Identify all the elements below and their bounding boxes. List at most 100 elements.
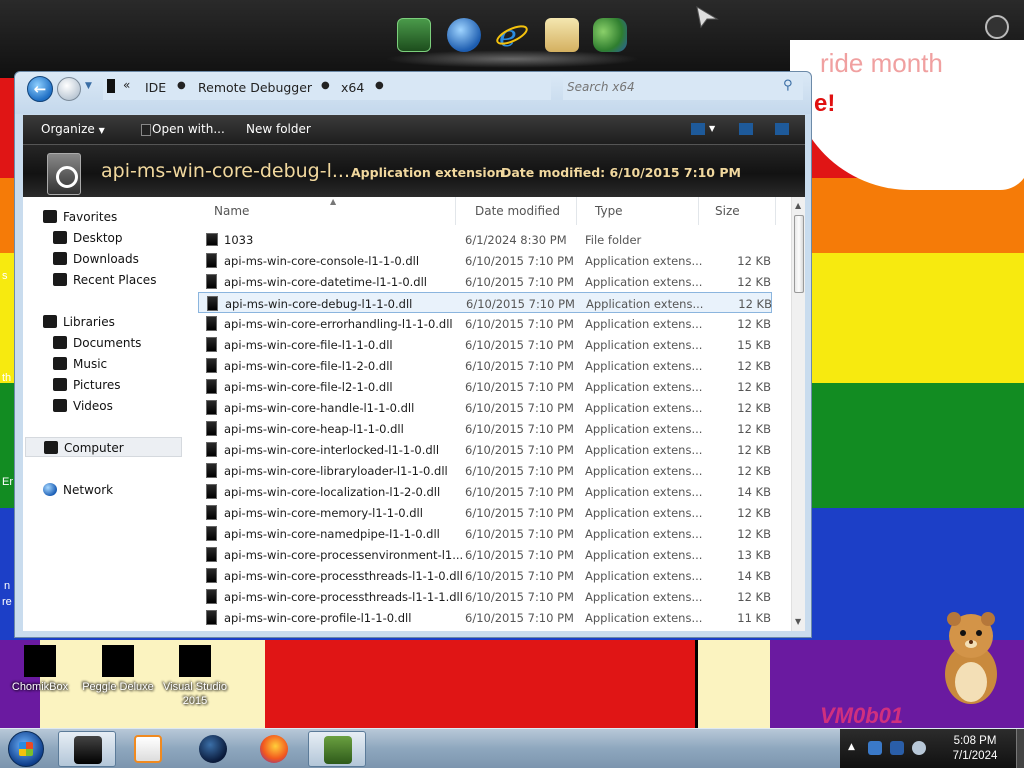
breadcrumb-x64[interactable]: x64 xyxy=(341,80,364,95)
desktop-icon-chomikbox[interactable]: ChomikBox xyxy=(0,645,80,694)
file-row[interactable]: api-ms-win-core-profile-l1-1-0.dll 6/10/2… xyxy=(193,607,791,628)
column-header-type[interactable]: Type xyxy=(595,204,623,218)
address-bar[interactable]: « IDE ● Remote Debugger ● x64 ● ▼ ⇅ xyxy=(103,74,632,100)
nav-computer[interactable]: Computer xyxy=(25,437,182,457)
nav-libraries[interactable]: Libraries xyxy=(23,312,183,332)
dll-file-icon xyxy=(206,589,217,604)
nav-downloads[interactable]: Downloads xyxy=(23,249,183,269)
file-row[interactable]: api-ms-win-core-file-l2-1-0.dll 6/10/2015… xyxy=(193,376,791,397)
nav-recent-places[interactable]: Recent Places xyxy=(23,270,183,290)
file-row[interactable]: api-ms-win-core-memory-l1-1-0.dll 6/10/20… xyxy=(193,502,791,523)
file-row[interactable]: api-ms-win-core-processthreads-l1-1-0.dl… xyxy=(193,565,791,586)
nav-pictures[interactable]: Pictures xyxy=(23,375,183,395)
dll-file-icon xyxy=(206,316,217,331)
taskbar-chomikbox-button[interactable] xyxy=(308,731,366,767)
file-row[interactable]: api-ms-win-core-console-l1-1-0.dll 6/10/2… xyxy=(193,250,791,271)
file-row[interactable]: api-ms-win-core-errorhandling-l1-1-0.dll… xyxy=(193,313,791,334)
taskbar-explorer-button[interactable] xyxy=(58,731,116,767)
nav-network[interactable]: Network xyxy=(23,480,183,500)
clock[interactable]: 5:08 PM 7/1/2024 xyxy=(940,734,1010,764)
file-row-selected[interactable]: api-ms-win-core-debug-l1-1-0.dll 6/10/201… xyxy=(198,292,772,313)
scrollbar-thumb[interactable] xyxy=(794,215,804,293)
column-header-name[interactable]: Name xyxy=(214,204,249,218)
nav-desktop[interactable]: Desktop xyxy=(23,228,183,248)
wallpaper-side-label: s xyxy=(2,270,8,282)
file-name: api-ms-win-core-file-l2-1-0.dll xyxy=(224,380,393,394)
column-divider[interactable] xyxy=(455,197,456,225)
nav-label: Pictures xyxy=(73,378,121,392)
open-with-button[interactable]: Open with... xyxy=(152,122,225,136)
file-date-modified: 6/10/2015 7:10 PM xyxy=(465,422,574,436)
search-box[interactable]: ⚲ xyxy=(563,74,803,100)
mail-icon[interactable] xyxy=(545,18,579,52)
taskbar-media-player-button[interactable] xyxy=(119,731,177,767)
show-hidden-icons-icon[interactable]: ▲ xyxy=(848,742,855,752)
nav-documents[interactable]: Documents xyxy=(23,333,183,353)
search-icon[interactable]: ⚲ xyxy=(783,78,793,93)
breadcrumb-separator-icon[interactable]: ● xyxy=(321,80,330,91)
column-divider[interactable] xyxy=(775,197,776,225)
media-player-icon xyxy=(134,735,162,763)
tray-app-icon[interactable] xyxy=(868,741,882,755)
scroll-down-icon[interactable]: ▼ xyxy=(795,617,801,626)
column-divider[interactable] xyxy=(576,197,577,225)
file-row[interactable]: api-ms-win-core-localization-l1-2-0.dll 6… xyxy=(193,481,791,502)
column-divider[interactable] xyxy=(698,197,699,225)
file-name: api-ms-win-core-file-l1-2-0.dll xyxy=(224,359,393,373)
column-header-date-modified[interactable]: Date modified xyxy=(475,204,560,218)
file-row[interactable]: api-ms-win-core-processenvironment-l1...… xyxy=(193,544,791,565)
column-header-size[interactable]: Size xyxy=(715,204,740,218)
file-size: 12 KB xyxy=(737,527,771,541)
new-folder-button[interactable]: New folder xyxy=(246,122,311,136)
taskbar-firefox-button[interactable] xyxy=(245,731,303,767)
recent-pages-dropdown[interactable]: ▼ xyxy=(85,81,92,91)
back-button[interactable]: ← xyxy=(27,76,53,102)
change-view-icon[interactable] xyxy=(691,123,705,135)
breadcrumb-ide[interactable]: IDE xyxy=(145,80,166,95)
file-row[interactable]: api-ms-win-core-processthreads-l1-1-1.dl… xyxy=(193,586,791,607)
file-name: api-ms-win-core-errorhandling-l1-1-0.dll xyxy=(224,317,453,331)
desktop-icon-peggle[interactable]: Peggle Deluxe xyxy=(78,645,158,694)
desktop-icon-label: Visual Studio 2015 xyxy=(162,681,227,707)
taskbar-world-button[interactable] xyxy=(184,731,242,767)
dll-file-icon xyxy=(206,400,217,415)
file-row[interactable]: api-ms-win-core-namedpipe-l1-1-0.dll 6/10… xyxy=(193,523,791,544)
breadcrumb-overflow-icon[interactable]: « xyxy=(123,78,130,92)
dll-file-icon xyxy=(206,484,217,499)
file-row[interactable]: api-ms-win-core-datetime-l1-1-0.dll 6/10/… xyxy=(193,271,791,292)
forward-button[interactable] xyxy=(57,77,81,101)
view-options-chevron-icon[interactable]: ▼ xyxy=(709,124,715,133)
vertical-scrollbar[interactable]: ▲ ▼ xyxy=(791,197,805,631)
file-row[interactable]: api-ms-win-core-file-l1-1-0.dll 6/10/2015… xyxy=(193,334,791,355)
file-row[interactable]: api-ms-win-core-libraryloader-l1-1-0.dll… xyxy=(193,460,791,481)
scroll-up-icon[interactable]: ▲ xyxy=(795,201,801,210)
preview-pane-icon[interactable] xyxy=(739,123,753,135)
desktop-icon-visual-studio[interactable]: Visual Studio 2015 xyxy=(155,645,235,708)
file-row[interactable]: 1033 6/1/2024 8:30 PM File folder xyxy=(193,229,791,250)
terminal-icon[interactable] xyxy=(397,18,431,52)
file-name: api-ms-win-core-memory-l1-1-0.dll xyxy=(224,506,423,520)
recent-places-icon xyxy=(53,273,67,286)
users-icon[interactable] xyxy=(593,18,627,52)
file-row[interactable]: api-ms-win-core-handle-l1-1-0.dll 6/10/20… xyxy=(193,397,791,418)
help-icon[interactable] xyxy=(775,123,789,135)
volume-icon[interactable] xyxy=(912,741,926,755)
start-button[interactable] xyxy=(8,731,44,767)
search-input[interactable] xyxy=(567,78,767,96)
globe-refresh-icon[interactable] xyxy=(447,18,481,52)
breadcrumb-remote-debugger[interactable]: Remote Debugger xyxy=(198,80,312,95)
file-row[interactable]: api-ms-win-core-interlocked-l1-1-0.dll 6/… xyxy=(193,439,791,460)
file-row[interactable]: api-ms-win-core-file-l1-2-0.dll 6/10/2015… xyxy=(193,355,791,376)
gadget-toggle-button[interactable] xyxy=(985,15,1009,39)
file-row[interactable]: api-ms-win-core-heap-l1-1-0.dll 6/10/2015… xyxy=(193,418,791,439)
nav-videos[interactable]: Videos xyxy=(23,396,183,416)
breadcrumb-separator-icon[interactable]: ● xyxy=(375,80,384,91)
breadcrumb-separator-icon[interactable]: ● xyxy=(177,80,186,91)
show-desktop-button[interactable] xyxy=(1016,729,1024,768)
organize-button[interactable]: Organize ▼ xyxy=(41,122,105,136)
network-status-icon[interactable] xyxy=(890,741,904,755)
nav-label: Documents xyxy=(73,336,142,350)
nav-favorites[interactable]: Favorites xyxy=(23,207,183,227)
nav-music[interactable]: Music xyxy=(23,354,183,374)
internet-explorer-icon[interactable]: e xyxy=(495,18,529,54)
